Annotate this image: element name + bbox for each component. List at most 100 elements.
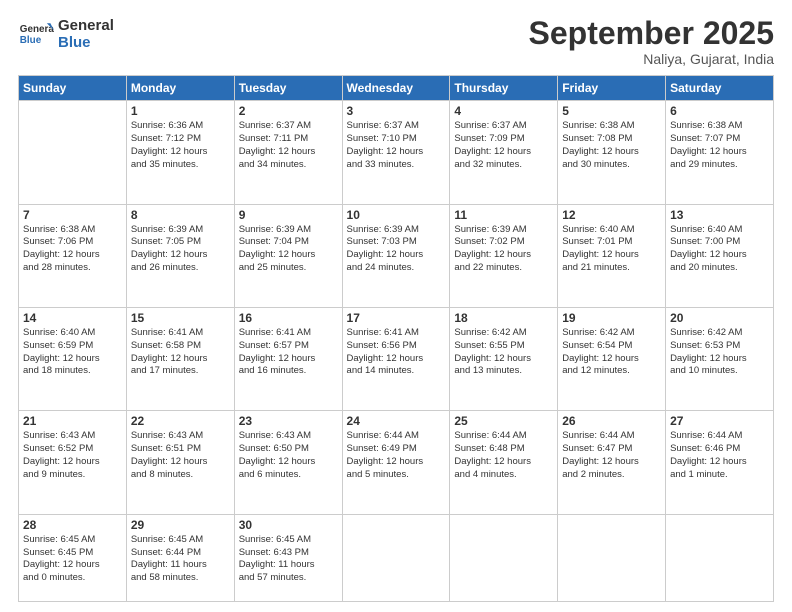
calendar-cell: 30 Sunrise: 6:45 AM Sunset: 6:43 PM Dayli… xyxy=(234,514,342,601)
calendar-cell xyxy=(558,514,666,601)
calendar-cell xyxy=(666,514,774,601)
day-info: Sunrise: 6:37 AM Sunset: 7:10 PM Dayligh… xyxy=(347,120,446,171)
calendar-week-row: 1Sunrise: 6:36 AM Sunset: 7:12 PM Daylig… xyxy=(19,101,774,204)
calendar-cell: 24Sunrise: 6:44 AM Sunset: 6:49 PM Dayli… xyxy=(342,411,450,514)
calendar-week-row: 21 Sunrise: 6:43 AM Sunset: 6:52 PM Dayli… xyxy=(19,411,774,514)
day-number: 25 xyxy=(454,414,553,428)
day-info: Sunrise: 6:45 AM Sunset: 6:45 PM Dayligh… xyxy=(23,534,122,585)
day-info: Sunrise: 6:45 AM Sunset: 6:44 PM Dayligh… xyxy=(131,534,230,585)
calendar-cell: 13Sunrise: 6:40 AM Sunset: 7:00 PM Dayli… xyxy=(666,204,774,307)
calendar-cell: 29 Sunrise: 6:45 AM Sunset: 6:44 PM Dayli… xyxy=(126,514,234,601)
day-number: 20 xyxy=(670,311,769,325)
day-info: Sunrise: 6:37 AM Sunset: 7:11 PM Dayligh… xyxy=(239,120,338,171)
day-info: Sunrise: 6:42 AM Sunset: 6:55 PM Dayligh… xyxy=(454,327,553,378)
day-number: 1 xyxy=(131,104,230,118)
calendar-cell: 7 Sunrise: 6:38 AM Sunset: 7:06 PM Daylig… xyxy=(19,204,127,307)
day-info: Sunrise: 6:41 AM Sunset: 6:57 PM Dayligh… xyxy=(239,327,338,378)
calendar-cell xyxy=(450,514,558,601)
day-number: 27 xyxy=(670,414,769,428)
calendar-cell: 27 Sunrise: 6:44 AM Sunset: 6:46 PM Dayli… xyxy=(666,411,774,514)
day-number: 8 xyxy=(131,208,230,222)
weekday-header: Tuesday xyxy=(234,76,342,101)
day-info: Sunrise: 6:45 AM Sunset: 6:43 PM Dayligh… xyxy=(239,534,338,585)
day-number: 19 xyxy=(562,311,661,325)
day-info: Sunrise: 6:39 AM Sunset: 7:04 PM Dayligh… xyxy=(239,224,338,275)
day-number: 5 xyxy=(562,104,661,118)
day-number: 13 xyxy=(670,208,769,222)
day-info: Sunrise: 6:41 AM Sunset: 6:56 PM Dayligh… xyxy=(347,327,446,378)
day-info: Sunrise: 6:44 AM Sunset: 6:48 PM Dayligh… xyxy=(454,430,553,481)
day-info: Sunrise: 6:41 AM Sunset: 6:58 PM Dayligh… xyxy=(131,327,230,378)
svg-text:Blue: Blue xyxy=(20,35,42,46)
calendar-cell xyxy=(342,514,450,601)
calendar-cell: 11 Sunrise: 6:39 AM Sunset: 7:02 PM Dayli… xyxy=(450,204,558,307)
day-info: Sunrise: 6:40 AM Sunset: 7:01 PM Dayligh… xyxy=(562,224,661,275)
day-number: 28 xyxy=(23,518,122,532)
calendar-cell: 10 Sunrise: 6:39 AM Sunset: 7:03 PM Dayli… xyxy=(342,204,450,307)
logo-blue: Blue xyxy=(58,34,114,51)
calendar-cell: 19 Sunrise: 6:42 AM Sunset: 6:54 PM Dayli… xyxy=(558,307,666,410)
location: Naliya, Gujarat, India xyxy=(529,51,774,67)
weekday-header: Monday xyxy=(126,76,234,101)
day-info: Sunrise: 6:43 AM Sunset: 6:50 PM Dayligh… xyxy=(239,430,338,481)
day-number: 7 xyxy=(23,208,122,222)
calendar-week-row: 7 Sunrise: 6:38 AM Sunset: 7:06 PM Daylig… xyxy=(19,204,774,307)
day-number: 16 xyxy=(239,311,338,325)
calendar-cell: 9 Sunrise: 6:39 AM Sunset: 7:04 PM Daylig… xyxy=(234,204,342,307)
day-info: Sunrise: 6:40 AM Sunset: 6:59 PM Dayligh… xyxy=(23,327,122,378)
calendar-cell: 14 Sunrise: 6:40 AM Sunset: 6:59 PM Dayli… xyxy=(19,307,127,410)
calendar-cell: 15Sunrise: 6:41 AM Sunset: 6:58 PM Dayli… xyxy=(126,307,234,410)
day-number: 10 xyxy=(347,208,446,222)
calendar-cell: 4 Sunrise: 6:37 AM Sunset: 7:09 PM Daylig… xyxy=(450,101,558,204)
day-number: 21 xyxy=(23,414,122,428)
calendar-cell: 1Sunrise: 6:36 AM Sunset: 7:12 PM Daylig… xyxy=(126,101,234,204)
calendar-cell: 25 Sunrise: 6:44 AM Sunset: 6:48 PM Dayli… xyxy=(450,411,558,514)
calendar-cell: 6Sunrise: 6:38 AM Sunset: 7:07 PM Daylig… xyxy=(666,101,774,204)
day-number: 23 xyxy=(239,414,338,428)
day-info: Sunrise: 6:43 AM Sunset: 6:52 PM Dayligh… xyxy=(23,430,122,481)
logo-icon: General Blue xyxy=(18,16,54,52)
day-number: 18 xyxy=(454,311,553,325)
day-number: 9 xyxy=(239,208,338,222)
weekday-header: Saturday xyxy=(666,76,774,101)
day-info: Sunrise: 6:39 AM Sunset: 7:03 PM Dayligh… xyxy=(347,224,446,275)
weekday-header: Friday xyxy=(558,76,666,101)
day-info: Sunrise: 6:42 AM Sunset: 6:54 PM Dayligh… xyxy=(562,327,661,378)
day-number: 26 xyxy=(562,414,661,428)
day-info: Sunrise: 6:39 AM Sunset: 7:02 PM Dayligh… xyxy=(454,224,553,275)
calendar-cell: 3 Sunrise: 6:37 AM Sunset: 7:10 PM Daylig… xyxy=(342,101,450,204)
day-info: Sunrise: 6:44 AM Sunset: 6:46 PM Dayligh… xyxy=(670,430,769,481)
calendar-cell: 12Sunrise: 6:40 AM Sunset: 7:01 PM Dayli… xyxy=(558,204,666,307)
calendar-cell: 28 Sunrise: 6:45 AM Sunset: 6:45 PM Dayli… xyxy=(19,514,127,601)
day-number: 11 xyxy=(454,208,553,222)
day-number: 30 xyxy=(239,518,338,532)
svg-text:General: General xyxy=(20,24,54,35)
day-number: 6 xyxy=(670,104,769,118)
day-number: 29 xyxy=(131,518,230,532)
weekday-header: Thursday xyxy=(450,76,558,101)
day-number: 14 xyxy=(23,311,122,325)
calendar-table: SundayMondayTuesdayWednesdayThursdayFrid… xyxy=(18,75,774,602)
month-title: September 2025 xyxy=(529,16,774,51)
calendar-cell: 17 Sunrise: 6:41 AM Sunset: 6:56 PM Dayli… xyxy=(342,307,450,410)
day-number: 4 xyxy=(454,104,553,118)
calendar-week-row: 14 Sunrise: 6:40 AM Sunset: 6:59 PM Dayli… xyxy=(19,307,774,410)
day-number: 2 xyxy=(239,104,338,118)
calendar-cell: 21 Sunrise: 6:43 AM Sunset: 6:52 PM Dayli… xyxy=(19,411,127,514)
logo-general: General xyxy=(58,17,114,34)
top-area: General Blue General Blue September 2025… xyxy=(18,16,774,67)
calendar-cell: 26 Sunrise: 6:44 AM Sunset: 6:47 PM Dayli… xyxy=(558,411,666,514)
calendar-cell: 2 Sunrise: 6:37 AM Sunset: 7:11 PM Daylig… xyxy=(234,101,342,204)
day-info: Sunrise: 6:44 AM Sunset: 6:47 PM Dayligh… xyxy=(562,430,661,481)
day-info: Sunrise: 6:37 AM Sunset: 7:09 PM Dayligh… xyxy=(454,120,553,171)
day-info: Sunrise: 6:38 AM Sunset: 7:06 PM Dayligh… xyxy=(23,224,122,275)
day-number: 3 xyxy=(347,104,446,118)
calendar-header-row: SundayMondayTuesdayWednesdayThursdayFrid… xyxy=(19,76,774,101)
header-right: September 2025 Naliya, Gujarat, India xyxy=(529,16,774,67)
calendar-cell: 22Sunrise: 6:43 AM Sunset: 6:51 PM Dayli… xyxy=(126,411,234,514)
day-info: Sunrise: 6:43 AM Sunset: 6:51 PM Dayligh… xyxy=(131,430,230,481)
calendar-cell: 20 Sunrise: 6:42 AM Sunset: 6:53 PM Dayli… xyxy=(666,307,774,410)
calendar-cell: 8Sunrise: 6:39 AM Sunset: 7:05 PM Daylig… xyxy=(126,204,234,307)
day-number: 17 xyxy=(347,311,446,325)
day-info: Sunrise: 6:42 AM Sunset: 6:53 PM Dayligh… xyxy=(670,327,769,378)
